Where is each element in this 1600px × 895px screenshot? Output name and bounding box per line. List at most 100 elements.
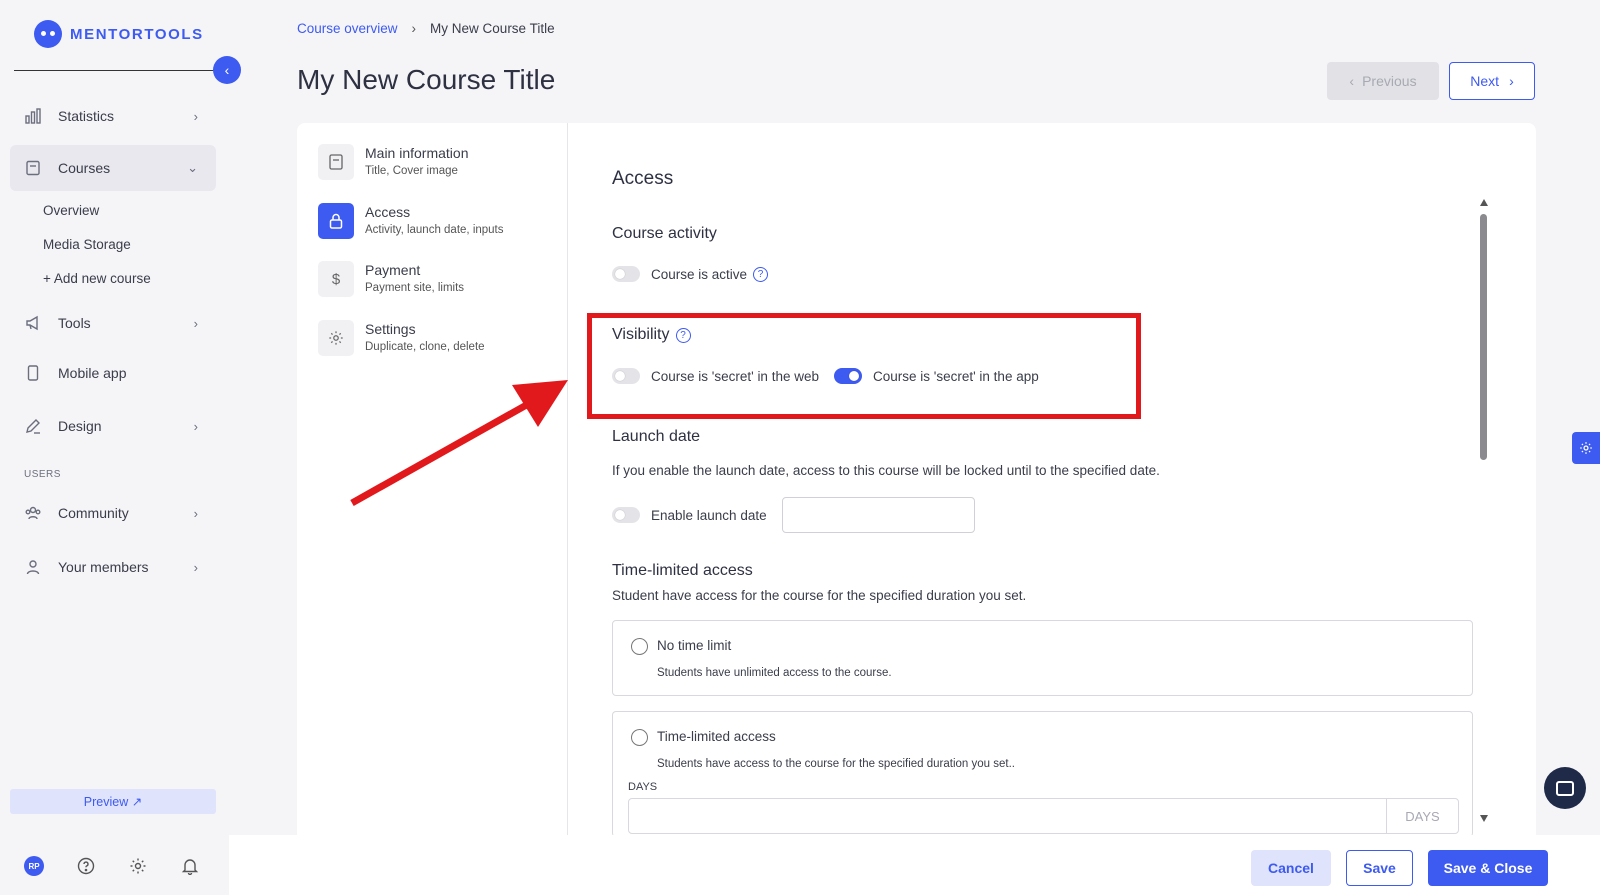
annotation-highlight-box xyxy=(587,313,1141,419)
option-subtitle: Students have unlimited access to the co… xyxy=(657,667,892,679)
option-subtitle: Students have access to the course for t… xyxy=(657,758,1015,770)
radio-time-limited[interactable] xyxy=(631,729,648,746)
sidebar-item-label: Design xyxy=(58,418,102,434)
help-icon[interactable] xyxy=(76,856,96,876)
logo-icon xyxy=(34,20,62,48)
days-label: DAYS xyxy=(628,781,658,793)
sidebar-item-label: Mobile app xyxy=(58,365,127,381)
edit-icon xyxy=(24,417,42,435)
sidebar-item-community[interactable]: Community › xyxy=(10,490,216,536)
course-active-label: Course is active xyxy=(651,266,748,282)
option-title: Time-limited access xyxy=(657,729,776,744)
chat-widget-button[interactable] xyxy=(1544,767,1586,809)
sidebar-item-mobile-app[interactable]: Mobile app xyxy=(10,350,216,396)
sidebar-sub-overview[interactable]: Overview xyxy=(43,203,99,218)
annotation-arrow xyxy=(350,380,568,507)
days-suffix: DAYS xyxy=(1386,799,1458,833)
section-heading-access: Access xyxy=(612,168,674,189)
course-active-row: Course is active ? xyxy=(612,266,769,282)
user-icon xyxy=(24,558,42,576)
chevron-left-icon: ‹ xyxy=(224,62,230,78)
chevron-right-icon: › xyxy=(411,21,417,36)
sidebar-sub-add-course[interactable]: + Add new course xyxy=(43,271,151,286)
phone-icon xyxy=(24,364,42,382)
sidebar-item-tools[interactable]: Tools › xyxy=(10,300,216,346)
breadcrumb-current: My New Course Title xyxy=(430,21,555,36)
course-activity-heading: Course activity xyxy=(612,225,717,242)
radio-no-time-limit[interactable] xyxy=(631,638,648,655)
cancel-button[interactable]: Cancel xyxy=(1251,850,1331,886)
launch-date-input[interactable] xyxy=(781,497,975,533)
step-title: Payment xyxy=(365,262,421,278)
step-subtitle: Duplicate, clone, delete xyxy=(365,341,485,353)
step-settings[interactable]: Settings Duplicate, clone, delete xyxy=(318,320,485,356)
gear-icon[interactable] xyxy=(128,856,148,876)
scroll-down-arrow[interactable] xyxy=(1480,815,1488,822)
book-icon xyxy=(24,159,42,177)
course-active-toggle[interactable] xyxy=(612,266,640,282)
logo[interactable]: MENTORTOOLS xyxy=(34,20,204,48)
sidebar-item-statistics[interactable]: Statistics › xyxy=(10,93,216,139)
collapse-sidebar-button[interactable]: ‹ xyxy=(213,56,241,84)
sidebar-divider xyxy=(14,70,214,71)
sidebar-footer-icons: RP xyxy=(24,856,200,876)
sidebar-item-label: Statistics xyxy=(58,108,115,124)
dollar-icon: $ xyxy=(318,261,354,297)
gear-icon xyxy=(318,320,354,356)
step-title: Main information xyxy=(365,145,469,161)
time-limited-heading: Time-limited access xyxy=(612,562,753,579)
breadcrumb-course-overview[interactable]: Course overview xyxy=(297,21,398,36)
previous-label: Previous xyxy=(1362,73,1417,89)
launch-date-label: Enable launch date xyxy=(651,507,767,523)
chevron-right-icon: › xyxy=(193,559,198,575)
bell-icon[interactable] xyxy=(180,856,200,876)
document-icon xyxy=(318,144,354,180)
sidebar-item-label: Courses xyxy=(58,160,111,176)
step-title: Access xyxy=(365,204,411,220)
breadcrumb: Course overview › My New Course Title xyxy=(297,21,555,36)
sidebar-item-label: Your members xyxy=(58,559,149,575)
days-input[interactable]: DAYS xyxy=(628,798,1459,834)
chevron-right-icon: › xyxy=(1509,73,1514,89)
sidebar-item-design[interactable]: Design › xyxy=(10,403,216,449)
step-title: Settings xyxy=(365,321,416,337)
step-access[interactable]: Access Activity, launch date, inputs xyxy=(318,203,504,239)
chevron-left-icon: ‹ xyxy=(1349,73,1355,89)
launch-date-toggle[interactable] xyxy=(612,507,640,523)
step-subtitle: Title, Cover image xyxy=(365,165,458,177)
access-panel: Access Course activity Course is active … xyxy=(612,123,1492,837)
sidebar-sub-media-storage[interactable]: Media Storage xyxy=(43,237,131,252)
chevron-right-icon: › xyxy=(193,505,198,521)
avatar[interactable]: RP xyxy=(24,856,44,876)
chat-icon xyxy=(1556,780,1574,796)
save-close-button[interactable]: Save & Close xyxy=(1428,850,1548,886)
floating-settings-button[interactable] xyxy=(1572,432,1600,464)
chevron-right-icon: › xyxy=(193,108,198,124)
scroll-up-arrow[interactable] xyxy=(1480,199,1488,206)
sidebar-item-your-members[interactable]: Your members › xyxy=(10,544,216,590)
lock-icon xyxy=(318,203,354,239)
option-time-limited[interactable]: Time-limited access Students have access… xyxy=(612,711,1473,837)
help-icon[interactable]: ? xyxy=(753,266,769,282)
launch-date-heading: Launch date xyxy=(612,428,701,445)
step-payment[interactable]: $ Payment Payment site, limits xyxy=(318,261,464,297)
save-button[interactable]: Save xyxy=(1346,850,1413,886)
step-main-information[interactable]: Main information Title, Cover image xyxy=(318,144,469,180)
step-subtitle: Activity, launch date, inputs xyxy=(365,224,504,236)
previous-button[interactable]: ‹ Previous xyxy=(1327,62,1439,100)
preview-button[interactable]: Preview ↗ xyxy=(10,789,216,814)
launch-date-row: Enable launch date xyxy=(612,497,975,533)
group-icon xyxy=(24,504,42,522)
sidebar-item-courses[interactable]: Courses ⌄ xyxy=(10,145,216,191)
scrollbar-thumb[interactable] xyxy=(1480,214,1487,460)
bar-chart-icon xyxy=(24,107,42,125)
sidebar: MENTORTOOLS Statistics › Courses ⌄ Overv… xyxy=(0,0,229,895)
logo-text: MENTORTOOLS xyxy=(70,25,204,43)
option-no-time-limit[interactable]: No time limit Students have unlimited ac… xyxy=(612,620,1473,696)
launch-date-description: If you enable the launch date, access to… xyxy=(612,463,1160,478)
chevron-down-icon: ⌄ xyxy=(187,160,198,175)
option-title: No time limit xyxy=(657,638,732,653)
time-limited-description: Student have access for the course for t… xyxy=(612,588,1027,603)
page-title: My New Course Title xyxy=(297,64,556,95)
next-button[interactable]: Next › xyxy=(1449,62,1535,100)
